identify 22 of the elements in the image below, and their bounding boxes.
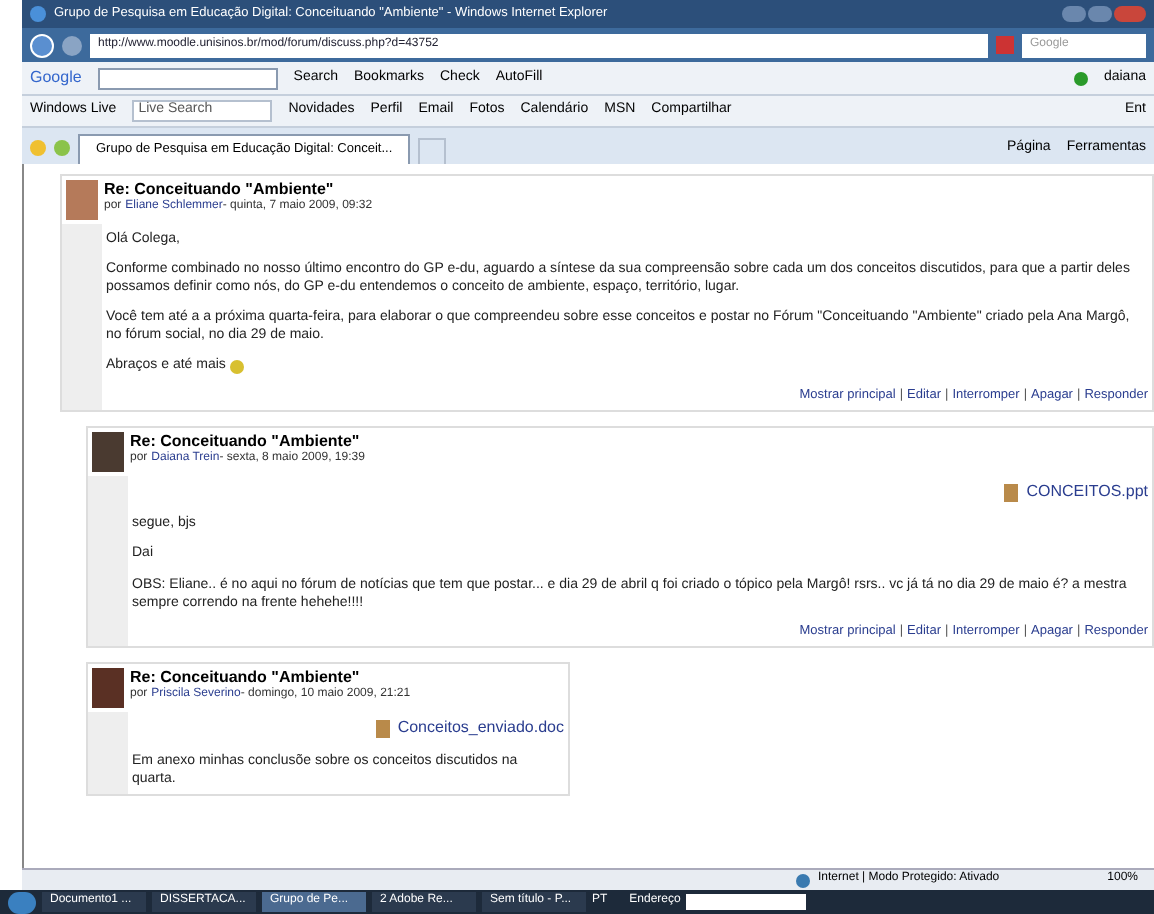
back-button[interactable]	[30, 33, 54, 57]
start-button[interactable]	[8, 891, 36, 913]
forward-button[interactable]	[62, 35, 82, 55]
avatar-placeholder	[66, 180, 98, 220]
close-button[interactable]	[1114, 6, 1146, 22]
document-icon	[1004, 483, 1019, 502]
post-sidebar	[88, 712, 128, 794]
maximize-button[interactable]	[1088, 6, 1112, 22]
post-subject: Re: Conceituando "Ambiente"	[104, 180, 336, 199]
avatar-placeholder	[92, 432, 124, 472]
avatar-placeholder	[92, 668, 124, 709]
attachment-link[interactable]: Conceitos_enviado.doc	[397, 718, 564, 740]
taskbar-address-field[interactable]	[686, 894, 807, 910]
post-subject: Re: Conceituando "Ambiente"	[130, 432, 362, 451]
post-subject: Re: Conceituando "Ambiente"	[130, 668, 362, 687]
google-logo: Google	[30, 68, 82, 88]
document-icon	[375, 719, 390, 738]
google-search-field[interactable]	[97, 67, 278, 89]
minimize-button[interactable]	[1062, 6, 1086, 22]
attachment-link[interactable]: CONCEITOS.ppt	[1026, 482, 1148, 503]
globe-icon	[796, 873, 811, 887]
browser-icon	[30, 6, 46, 22]
